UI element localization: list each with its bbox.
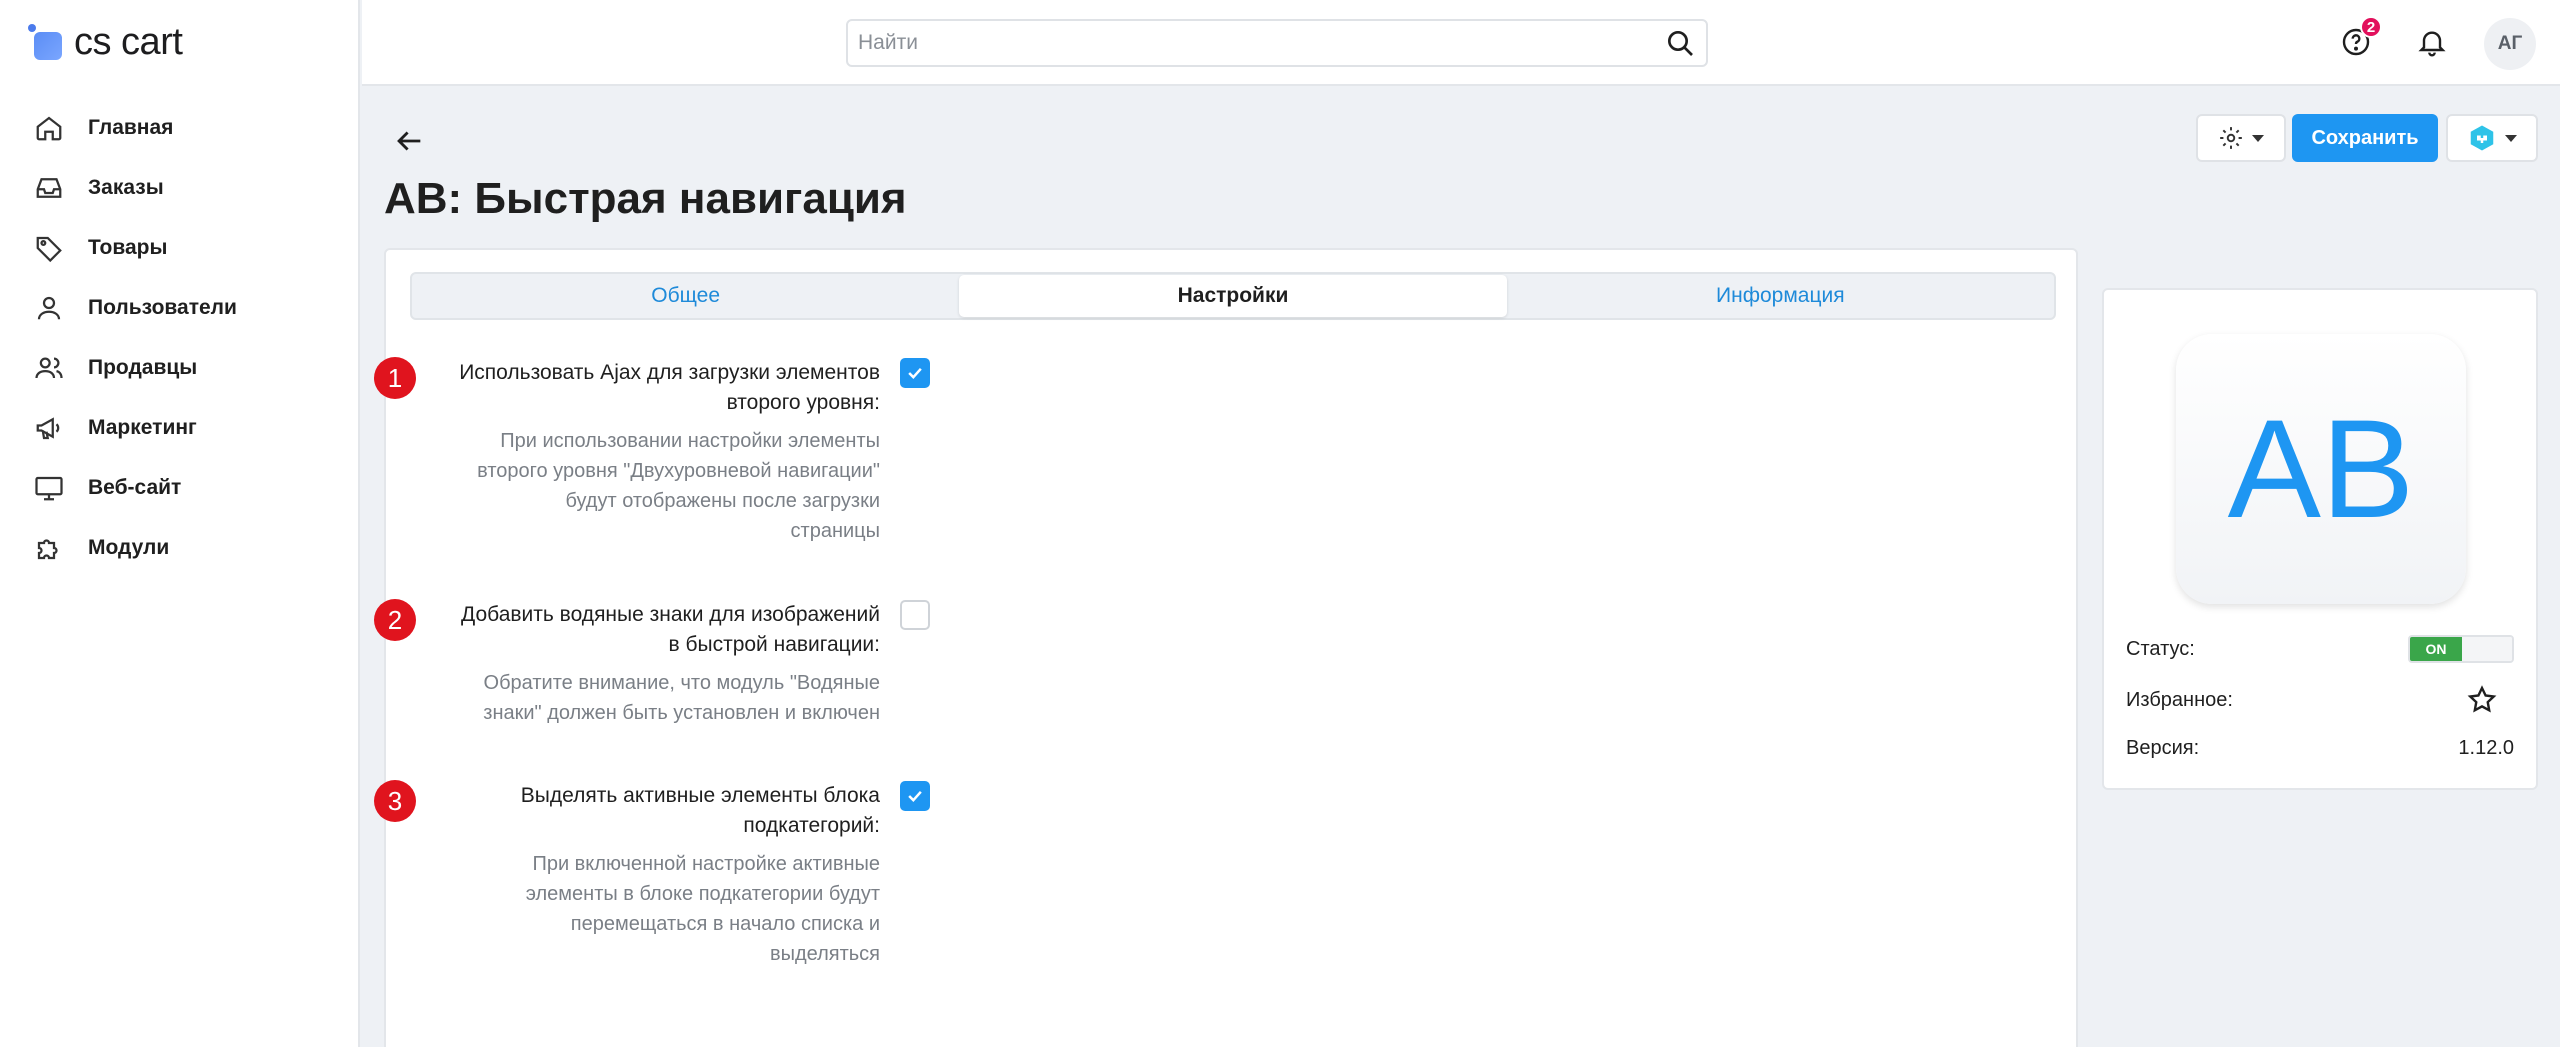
addon-menu-button[interactable] xyxy=(2446,114,2538,162)
sidebar-nav: Главная Заказы Товары Пользователи Прода… xyxy=(0,98,358,578)
setting-label: Использовать Ajax для загрузки элементов… xyxy=(410,358,880,418)
sidebar-item-label: Главная xyxy=(88,116,174,139)
search-input[interactable] xyxy=(858,31,1664,55)
sidebar-item-vendors[interactable]: Продавцы xyxy=(0,338,358,398)
setting-hint-line: страницы xyxy=(790,520,880,542)
tab-information[interactable]: Информация xyxy=(1507,274,2054,318)
setting-label-line: Выделять активные элементы блока xyxy=(520,784,880,807)
notifications-button[interactable] xyxy=(2412,22,2452,62)
status-row: Статус: ON xyxy=(2126,632,2514,666)
setting-hint-line: знаки" должен быть установлен и включен xyxy=(483,702,880,724)
setting-hint-line: перемещаться в начало списка и xyxy=(570,913,880,935)
setting-hint: Обратите внимание, что модуль "Водяные з… xyxy=(410,668,880,728)
tag-icon xyxy=(36,236,62,263)
favorite-label: Избранное: xyxy=(2126,688,2233,711)
addon-info-card: AB Статус: ON Избранное: Версия: 1.12.0 xyxy=(2102,288,2538,790)
version-value: 1.12.0 xyxy=(2458,736,2514,759)
sidebar-item-label: Продавцы xyxy=(88,356,198,379)
sidebar-item-website[interactable]: Веб-сайт xyxy=(0,458,358,518)
sidebar-item-label: Маркетинг xyxy=(88,416,197,439)
gear-icon xyxy=(2220,127,2242,149)
watermarks-checkbox[interactable] xyxy=(900,600,930,630)
sidebar-item-label: Пользователи xyxy=(88,296,237,319)
search-icon[interactable] xyxy=(1664,27,1696,59)
checkmark-icon xyxy=(908,790,922,802)
megaphone-icon xyxy=(36,417,60,440)
checkmark-icon xyxy=(908,367,922,379)
setting-hint-line: При использовании настройки элементы xyxy=(500,430,880,452)
status-on-label: ON xyxy=(2410,637,2462,661)
settings-dropdown-button[interactable] xyxy=(2196,114,2286,162)
setting-label-line: второго уровня: xyxy=(726,391,880,414)
star-icon[interactable] xyxy=(2466,684,2498,716)
sidebar-item-label: Товары xyxy=(88,236,168,259)
tab-settings[interactable]: Настройки xyxy=(959,275,1507,317)
sidebar-item-orders[interactable]: Заказы xyxy=(0,158,358,218)
sidebar-item-label: Веб-сайт xyxy=(88,476,182,499)
sidebar-item-label: Заказы xyxy=(88,176,164,199)
brand-name: cs cart xyxy=(74,20,183,63)
search-box xyxy=(846,19,1708,67)
users-icon xyxy=(35,357,63,379)
setting-label: Добавить водяные знаки для изображений в… xyxy=(410,600,880,660)
brand-logo[interactable]: cs cart xyxy=(28,18,183,66)
sidebar-item-users[interactable]: Пользователи xyxy=(0,278,358,338)
bell-icon xyxy=(2418,31,2446,57)
setting-hint-line: Обратите внимание, что модуль "Водяные xyxy=(483,672,880,694)
monitor-icon xyxy=(35,476,63,501)
help-badge: 2 xyxy=(2360,16,2382,38)
status-toggle-track xyxy=(2462,637,2512,661)
home-icon xyxy=(36,116,62,141)
version-row: Версия: 1.12.0 xyxy=(2126,731,2514,765)
setting-hint: При включенной настройке активные элемен… xyxy=(410,849,880,969)
addon-logo: AB xyxy=(2176,334,2466,604)
setting-label-line: подкатегорий: xyxy=(743,814,880,837)
sidebar-item-addons[interactable]: Модули xyxy=(0,518,358,578)
setting-hint-line: При включенной настройке активные xyxy=(532,853,880,875)
chevron-down-icon xyxy=(2252,134,2264,142)
highlight-active-checkbox[interactable] xyxy=(900,781,930,811)
setting-label-line: Использовать Ajax для загрузки элементов xyxy=(459,361,880,384)
setting-label-line: Добавить водяные знаки для изображений xyxy=(461,603,880,626)
setting-hint-line: выделяться xyxy=(769,943,880,965)
setting-hint-line: второго уровня "Двухуровневой навигации" xyxy=(477,460,880,482)
version-label: Версия: xyxy=(2126,736,2200,759)
setting-label-line: в быстрой навигации: xyxy=(668,633,880,656)
sidebar-item-label: Модули xyxy=(88,536,170,559)
help-button[interactable]: 2 xyxy=(2336,16,2382,62)
page-title: AB: Быстрая навигация xyxy=(384,174,907,223)
sidebar-item-products[interactable]: Товары xyxy=(0,218,358,278)
inbox-icon xyxy=(36,178,62,198)
user-icon xyxy=(37,296,61,320)
setting-hint: При использовании настройки элементы вто… xyxy=(410,426,880,546)
settings-panel: Общее Настройки Информация 1 Использоват… xyxy=(374,248,2078,1047)
setting-hint-line: элементы в блоке подкатегории будут xyxy=(525,883,880,905)
status-label: Статус: xyxy=(2126,637,2195,660)
setting-hint-line: будут отображены после загрузки xyxy=(565,490,880,512)
favorite-row: Избранное: xyxy=(2126,683,2514,717)
setting-label: Выделять активные элементы блока подкате… xyxy=(410,781,880,841)
sidebar: cs cart Главная Заказы Товары Пользовате… xyxy=(0,0,360,1047)
tabs-bar: Общее Настройки Информация xyxy=(410,272,2056,320)
back-arrow-icon[interactable] xyxy=(392,124,426,158)
status-toggle[interactable]: ON xyxy=(2408,635,2514,663)
user-avatar[interactable]: АГ xyxy=(2484,18,2536,70)
tab-general[interactable]: Общее xyxy=(412,274,959,318)
save-button[interactable]: Сохранить xyxy=(2292,114,2438,162)
cs-cart-logo-icon xyxy=(28,24,64,60)
addon-icon xyxy=(2470,125,2494,151)
sidebar-item-marketing[interactable]: Маркетинг xyxy=(0,398,358,458)
puzzle-icon xyxy=(37,539,58,560)
chevron-down-icon xyxy=(2505,134,2517,142)
topbar: 2 АГ xyxy=(362,0,2560,86)
sidebar-item-home[interactable]: Главная xyxy=(0,98,358,158)
ajax-loading-checkbox[interactable] xyxy=(900,358,930,388)
